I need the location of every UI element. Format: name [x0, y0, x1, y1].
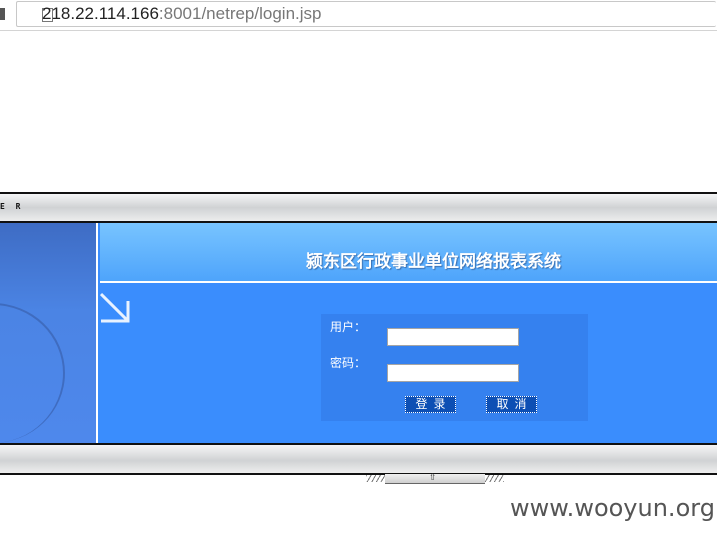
decorative-hatch: [366, 475, 386, 482]
watermark: www.wooyun.org: [510, 494, 715, 522]
password-label: 密码：: [329, 356, 366, 370]
arrow-up-icon: ⇧: [429, 473, 437, 483]
banner-label: E R: [0, 202, 24, 211]
username-input[interactable]: [387, 328, 519, 346]
url-text[interactable]: 218.22.114.166:8001/netrep/login.jsp: [42, 4, 321, 24]
decorative-hatch: [484, 475, 504, 482]
cancel-button[interactable]: 取消: [486, 396, 537, 413]
back-icon[interactable]: [0, 8, 5, 20]
login-button[interactable]: 登录: [405, 396, 456, 413]
page-title: 颍东区行政事业单位网络报表系统: [306, 252, 561, 272]
browser-address-bar: 218.22.114.166:8001/netrep/login.jsp: [0, 0, 717, 31]
login-form: 用户： 密码： 登录 取消: [321, 314, 588, 421]
login-panel: 颍东区行政事业单位网络报表系统 用户： 密码： 登录 取消: [0, 223, 717, 443]
top-banner-bar: E R: [0, 192, 717, 223]
system-header: 颍东区行政事业单位网络报表系统: [100, 223, 717, 283]
collapse-tab[interactable]: ⇧: [385, 474, 485, 484]
decorative-image: [0, 223, 98, 443]
user-label: 用户：: [329, 320, 366, 334]
password-input[interactable]: [387, 364, 519, 382]
arrow-down-right-icon: [100, 292, 130, 323]
bottom-banner-bar: [0, 443, 717, 475]
